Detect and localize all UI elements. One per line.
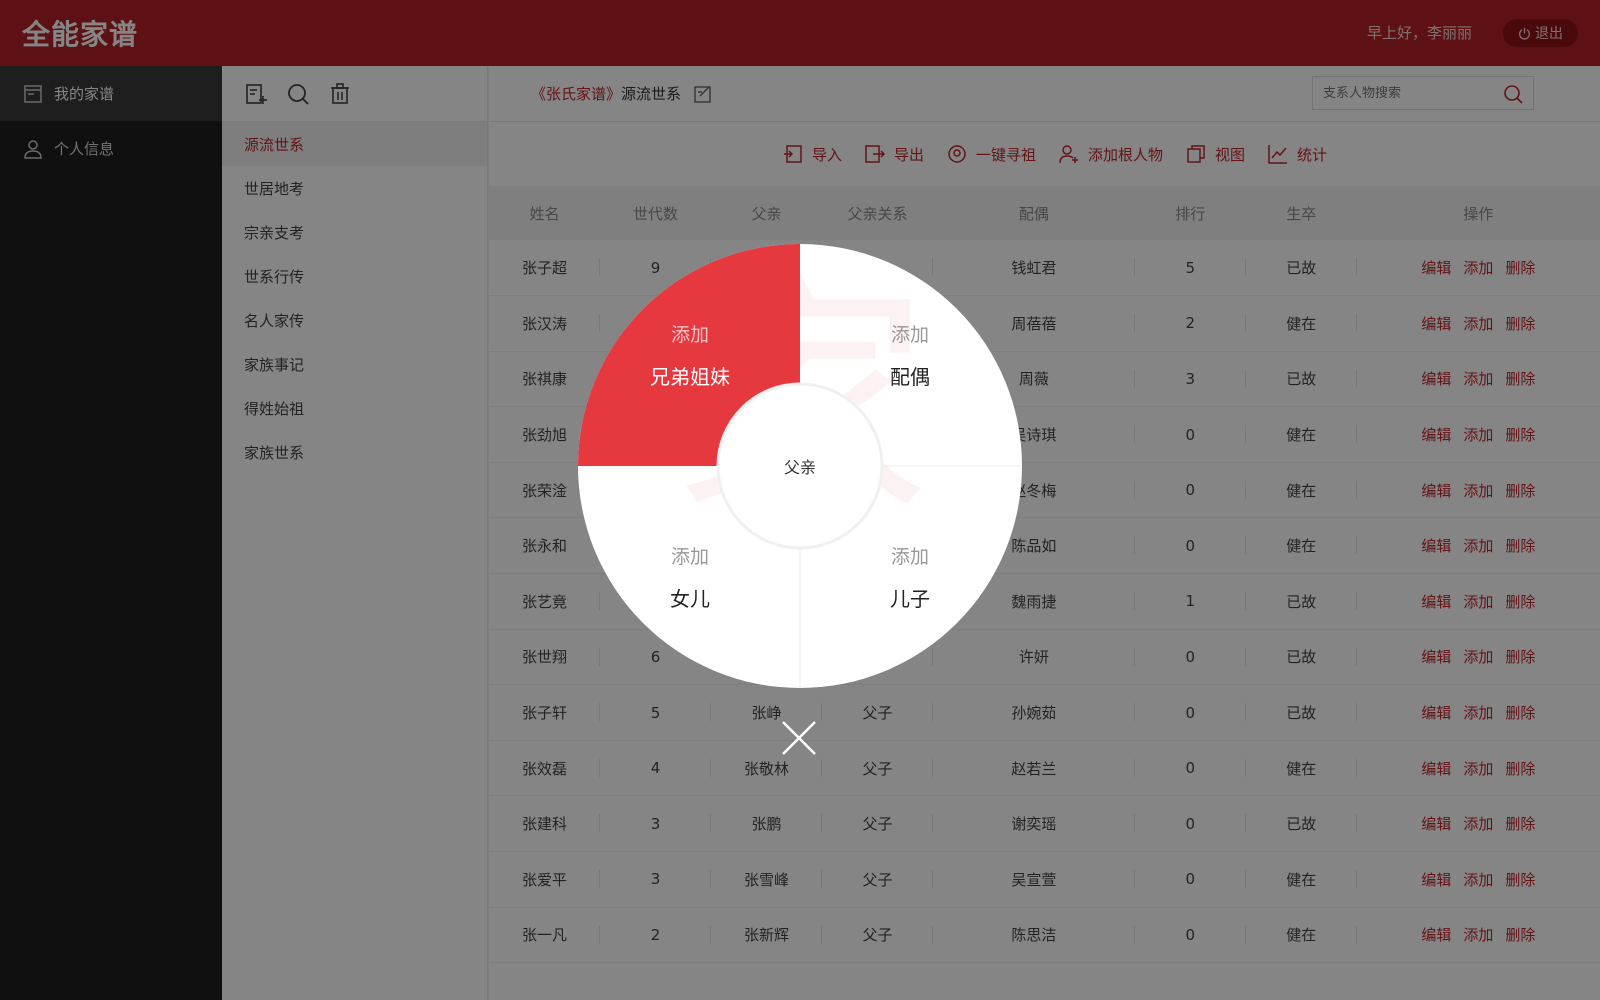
add-word: 添加 — [890, 324, 929, 346]
add-word: 添加 — [670, 324, 709, 346]
daughter-label: 女儿 — [670, 587, 710, 611]
add-daughter-option[interactable]: 添加 女儿 — [610, 542, 770, 612]
add-son-option[interactable]: 添加 儿子 — [830, 542, 990, 612]
spouse-label: 配偶 — [890, 365, 930, 389]
relation-picker: 家 添加 兄弟姐妹 添加 配偶 添加 女儿 添加 儿子 父亲 — [578, 244, 1022, 688]
son-label: 儿子 — [890, 587, 930, 611]
add-word: 添加 — [890, 546, 929, 568]
center-father-label: 父亲 — [783, 458, 816, 477]
add-siblings-option[interactable]: 添加 兄弟姐妹 — [610, 320, 770, 390]
add-word: 添加 — [670, 546, 709, 568]
close-button[interactable] — [781, 720, 817, 756]
add-spouse-option[interactable]: 添加 配偶 — [830, 320, 990, 390]
close-icon — [782, 721, 816, 755]
siblings-label: 兄弟姐妹 — [650, 365, 730, 389]
